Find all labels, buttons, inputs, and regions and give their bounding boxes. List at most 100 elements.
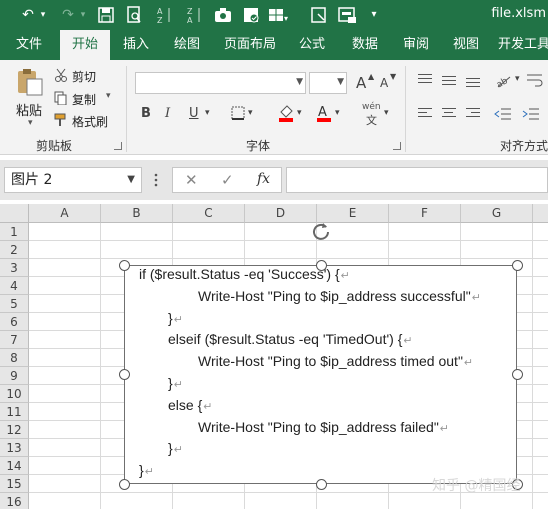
borders-icon[interactable] — [231, 106, 245, 120]
row-header[interactable]: 13 — [0, 439, 29, 457]
resize-handle-bottom[interactable] — [316, 479, 327, 490]
phonetic-guide-chevron-icon[interactable]: ▾ — [384, 108, 389, 118]
form-icon[interactable] — [338, 5, 358, 25]
tab-home[interactable]: 开始 — [60, 30, 110, 60]
underline-button[interactable]: U — [189, 106, 199, 121]
resize-handle-top-right[interactable] — [512, 260, 523, 271]
column-header[interactable]: C — [173, 204, 245, 223]
row-header[interactable]: 1 — [0, 223, 29, 241]
tab-page-layout[interactable]: 页面布局 — [218, 30, 282, 60]
confirm-entry-icon[interactable]: ✓ — [221, 171, 234, 189]
row-header[interactable]: 14 — [0, 457, 29, 475]
row-header[interactable]: 4 — [0, 277, 29, 295]
name-box-chevron-icon[interactable]: ▼ — [127, 168, 135, 192]
orientation-icon[interactable]: ab — [494, 72, 512, 88]
fill-color-chevron-icon[interactable]: ▾ — [297, 108, 302, 118]
row-header[interactable]: 2 — [0, 241, 29, 259]
tab-view[interactable]: 视图 — [444, 30, 488, 60]
redo-icon[interactable]: ↷ — [58, 5, 78, 25]
wrap-text-icon[interactable] — [526, 72, 544, 88]
clipboard-dialog-launcher-icon[interactable] — [114, 142, 122, 150]
print-preview-icon[interactable] — [126, 5, 142, 25]
protect-sheet-icon[interactable] — [242, 5, 260, 25]
paste-button[interactable]: 粘贴 — [16, 100, 42, 119]
column-header[interactable]: D — [245, 204, 317, 223]
resize-handle-top-left[interactable] — [119, 260, 130, 271]
bottom-align-icon[interactable] — [466, 78, 480, 90]
align-center-icon[interactable] — [442, 108, 456, 120]
redo-menu-icon[interactable]: ▾ — [78, 5, 88, 25]
tab-file[interactable]: 文件 — [4, 30, 54, 60]
formula-input[interactable] — [286, 167, 548, 193]
column-header[interactable]: G — [461, 204, 533, 223]
row-header[interactable]: 15 — [0, 475, 29, 493]
row-header[interactable]: 5 — [0, 295, 29, 313]
insert-function-icon[interactable]: fx — [257, 171, 270, 187]
tab-draw[interactable]: 绘图 — [164, 30, 210, 60]
select-all-corner[interactable] — [0, 204, 29, 223]
row-header[interactable]: 11 — [0, 403, 29, 421]
column-header[interactable]: B — [101, 204, 173, 223]
row-header[interactable]: 3 — [0, 259, 29, 277]
resize-handle-bottom-left[interactable] — [119, 479, 130, 490]
font-name-combo[interactable]: ▼ — [135, 72, 306, 94]
copy-icon[interactable] — [54, 91, 68, 105]
align-right-icon[interactable] — [466, 108, 480, 120]
row-header[interactable]: 6 — [0, 313, 29, 331]
customize-quick-access-icon[interactable]: ▾ — [368, 5, 380, 25]
column-header[interactable]: F — [389, 204, 461, 223]
row-header[interactable]: 16 — [0, 493, 29, 509]
sort-ascending-icon[interactable]: AZ — [156, 5, 174, 25]
save-icon[interactable] — [98, 5, 114, 25]
resize-handle-right[interactable] — [512, 369, 523, 380]
undo-menu-icon[interactable]: ▾ — [38, 5, 48, 25]
camera-icon[interactable] — [214, 5, 232, 25]
font-color-icon[interactable]: A — [316, 104, 332, 122]
top-align-icon[interactable] — [418, 74, 432, 86]
row-header[interactable]: 9 — [0, 367, 29, 385]
align-left-icon[interactable] — [418, 108, 432, 120]
formula-bar-grip-icon[interactable] — [154, 172, 158, 188]
row-header[interactable]: 8 — [0, 349, 29, 367]
font-dialog-launcher-icon[interactable] — [393, 142, 401, 150]
font-size-combo[interactable]: ▼ — [309, 72, 347, 94]
row-header[interactable]: 10 — [0, 385, 29, 403]
middle-align-icon[interactable] — [442, 76, 456, 88]
shrink-font-icon[interactable]: A — [380, 76, 388, 90]
select-objects-icon[interactable] — [310, 5, 328, 25]
format-painter-button[interactable]: 格式刷 — [72, 113, 108, 130]
font-size-chevron-icon[interactable]: ▼ — [337, 77, 344, 87]
italic-button[interactable]: I — [165, 106, 170, 121]
sort-descending-icon[interactable]: ZA — [186, 5, 204, 25]
tab-formulas[interactable]: 公式 — [290, 30, 334, 60]
rotate-handle-icon[interactable] — [311, 221, 331, 241]
row-header[interactable]: 12 — [0, 421, 29, 439]
grow-font-icon[interactable]: A — [356, 74, 366, 92]
borders-chevron-icon[interactable]: ▾ — [248, 108, 253, 118]
paste-icon[interactable] — [15, 67, 45, 97]
format-cells-icon[interactable]: ▾ — [268, 5, 290, 25]
resize-handle-left[interactable] — [119, 369, 130, 380]
fill-color-icon[interactable] — [278, 104, 294, 122]
format-painter-icon[interactable] — [54, 113, 68, 127]
bold-button[interactable]: B — [141, 106, 151, 121]
font-color-chevron-icon[interactable]: ▾ — [335, 108, 340, 118]
tab-review[interactable]: 审阅 — [394, 30, 438, 60]
tab-data[interactable]: 数据 — [342, 30, 388, 60]
decrease-indent-icon[interactable] — [494, 106, 512, 122]
cut-button[interactable]: 剪切 — [72, 68, 96, 85]
undo-icon[interactable]: ↶ — [18, 5, 38, 25]
cut-icon[interactable] — [54, 68, 68, 82]
tab-developer[interactable]: 开发工具 — [498, 30, 548, 60]
copy-options-chevron-icon[interactable]: ▾ — [106, 91, 111, 101]
phonetic-guide-icon[interactable]: wén — [362, 102, 381, 112]
font-name-chevron-icon[interactable]: ▼ — [296, 77, 303, 87]
row-header[interactable]: 7 — [0, 331, 29, 349]
underline-options-chevron-icon[interactable]: ▾ — [205, 108, 210, 118]
column-header-partial[interactable] — [533, 204, 548, 223]
tab-insert[interactable]: 插入 — [112, 30, 160, 60]
cancel-entry-icon[interactable]: ✕ — [185, 171, 198, 189]
name-box[interactable]: 图片 2 ▼ — [4, 167, 142, 193]
resize-handle-top[interactable] — [316, 260, 327, 271]
paste-options-chevron-icon[interactable]: ▾ — [28, 118, 33, 128]
